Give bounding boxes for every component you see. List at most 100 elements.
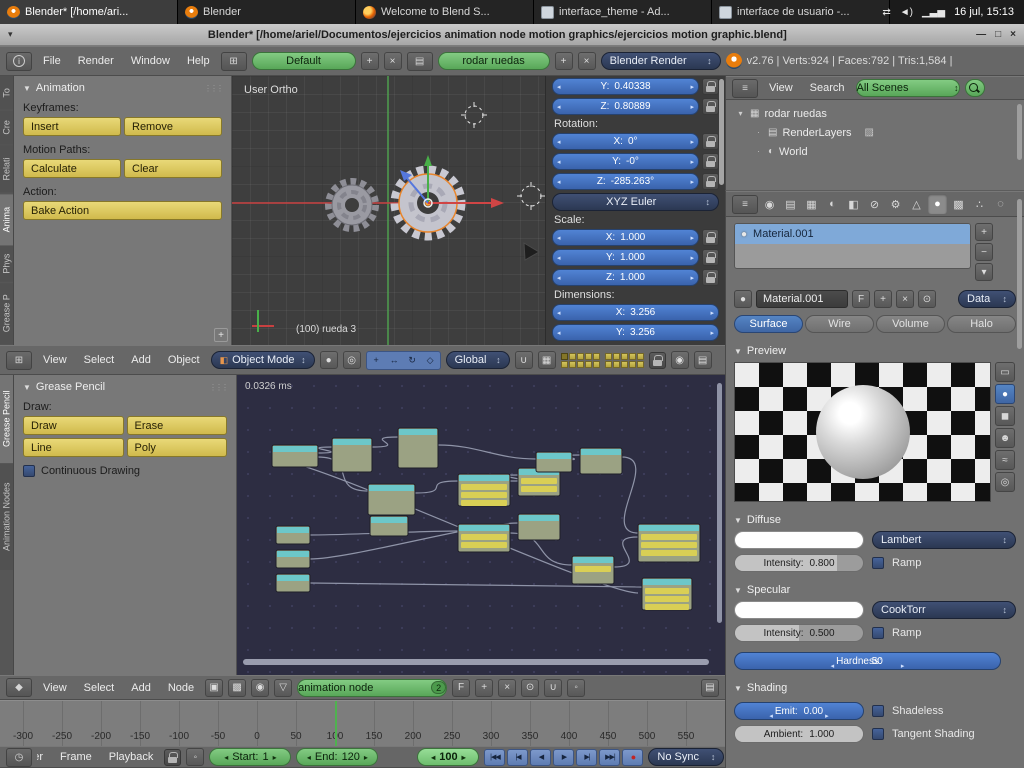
emit-field[interactable]: ◂Emit:0.00▸ <box>734 702 864 720</box>
material-type-volume-tab[interactable]: Volume <box>876 315 945 333</box>
snap-icon[interactable]: ∪ <box>544 679 562 697</box>
node[interactable] <box>458 524 510 552</box>
window-menu-icon[interactable]: ▾ <box>8 29 13 40</box>
layer-toggle[interactable] <box>585 361 592 368</box>
snap-element-icon[interactable]: ▦ <box>538 351 556 369</box>
jump-end-button[interactable]: ▶▶| <box>599 749 620 766</box>
layer-toggle[interactable] <box>637 361 644 368</box>
specular-ramp-checkbox[interactable] <box>872 627 884 639</box>
delete-scene-button[interactable]: × <box>578 52 596 70</box>
snap-target-icon[interactable]: ◦ <box>567 679 585 697</box>
rotation-z-field[interactable]: ◂Z:-285.263°▸ <box>552 173 699 190</box>
scrollbar[interactable] <box>1017 199 1022 349</box>
bake-action-button[interactable]: Bake Action <box>23 201 222 220</box>
lock-icon[interactable] <box>702 173 719 190</box>
outliner-item[interactable]: ·▤RenderLayers▨ <box>728 123 1022 142</box>
manipulator-icon[interactable]: + <box>368 353 385 368</box>
modifiers-tab-icon[interactable]: ⚙ <box>886 194 905 214</box>
menu-help[interactable]: Help <box>181 55 216 67</box>
toolshelf-tab[interactable]: Relati <box>0 145 13 192</box>
new-tree-button[interactable]: + <box>475 679 493 697</box>
outliner-item[interactable]: ▾▦rodar ruedas <box>728 104 1022 123</box>
menu-select[interactable]: Select <box>78 354 121 366</box>
layer-toggle[interactable] <box>585 353 592 360</box>
decrement-icon[interactable]: ◂ <box>557 274 561 282</box>
menu-playback[interactable]: Playback <box>103 751 160 763</box>
compositing-nodes-icon[interactable]: ▩ <box>228 679 246 697</box>
layer-toggle[interactable] <box>613 353 620 360</box>
close-button[interactable]: × <box>1010 29 1016 40</box>
display-mode-select[interactable]: All Scenes↕ <box>856 79 960 97</box>
menu-view[interactable]: View <box>37 354 73 366</box>
orientation-select[interactable]: Global↕ <box>446 351 510 369</box>
add-tab-button[interactable]: + <box>214 328 228 342</box>
editor-type-timeline-button[interactable]: ◷ <box>6 748 32 767</box>
tangent-shading-checkbox[interactable] <box>872 728 884 740</box>
editor-type-outliner-button[interactable]: ≡ <box>732 79 758 98</box>
continuous-drawing-checkbox[interactable] <box>23 465 35 477</box>
node[interactable] <box>580 448 622 474</box>
empty-object[interactable] <box>524 243 539 260</box>
add-slot-button[interactable]: + <box>975 223 993 241</box>
material-preview-icon[interactable]: ● <box>734 290 752 308</box>
increment-icon[interactable]: ▸ <box>825 712 829 720</box>
menu-search[interactable]: Search <box>804 82 851 94</box>
shadeless-checkbox[interactable] <box>872 705 884 717</box>
toolshelf-tab[interactable]: Grease P <box>0 283 13 344</box>
decrement-icon[interactable]: ◂ <box>557 83 561 91</box>
decrement-icon[interactable]: ◂ <box>557 309 561 317</box>
add-layout-button[interactable]: + <box>361 52 379 70</box>
layer-toggle[interactable] <box>613 361 620 368</box>
layer-toggle[interactable] <box>577 361 584 368</box>
mode-select[interactable]: ◧Object Mode↕ <box>211 351 315 369</box>
particles-tab-icon[interactable]: ∴ <box>970 194 989 214</box>
material-name-field[interactable]: Material.001 <box>756 290 848 308</box>
node-sidebar-tab[interactable]: Animation Nodes <box>0 464 13 570</box>
new-material-button[interactable]: + <box>874 290 892 308</box>
object-tab-icon[interactable]: ◧ <box>844 194 863 214</box>
menu-select[interactable]: Select <box>78 682 121 694</box>
decrement-icon[interactable]: ◂ <box>224 753 228 762</box>
layer-toggle[interactable] <box>637 353 644 360</box>
volume-icon[interactable]: ◄) <box>900 7 913 18</box>
decrement-icon[interactable]: ◂ <box>557 158 561 166</box>
object-data-tab-icon[interactable]: △ <box>907 194 926 214</box>
material-tab-icon[interactable]: ● <box>928 194 947 214</box>
menu-object[interactable]: Object <box>162 354 206 366</box>
layer-toggle[interactable] <box>561 361 568 368</box>
scene-select[interactable]: rodar ruedas <box>438 52 550 70</box>
increment-icon[interactable]: ▸ <box>901 662 905 670</box>
gp-erase-button[interactable]: Erase <box>127 416 228 435</box>
lock-icon[interactable] <box>702 153 719 170</box>
clear-paths-button[interactable]: Clear <box>124 159 222 178</box>
lock-icon[interactable] <box>702 78 719 95</box>
screen-layout-select[interactable]: Default <box>252 52 356 70</box>
decrement-icon[interactable]: ◂ <box>557 329 561 337</box>
scene-datablock-icon[interactable]: ▤ <box>407 52 433 71</box>
editor-type-info-button[interactable]: i <box>6 52 32 71</box>
decrement-icon[interactable]: ◂ <box>557 234 561 242</box>
taskbar-window[interactable]: Welcome to Blend S... <box>356 0 534 24</box>
location-z-field[interactable]: ◂Z:0.80889▸ <box>552 98 699 115</box>
lock-layers-icon[interactable] <box>649 352 666 369</box>
delete-layout-button[interactable]: × <box>384 52 402 70</box>
layer-toggle[interactable] <box>569 353 576 360</box>
node[interactable] <box>518 514 560 540</box>
node[interactable] <box>276 550 310 568</box>
slot-specials-icon[interactable]: ▾ <box>975 263 993 281</box>
render-tab-icon[interactable]: ◉ <box>760 194 779 214</box>
layer-toggle[interactable] <box>605 361 612 368</box>
texture-tab-icon[interactable]: ▩ <box>949 194 968 214</box>
layer-toggle[interactable] <box>629 353 636 360</box>
increment-icon[interactable]: ▸ <box>690 138 694 146</box>
layer-toggle[interactable] <box>561 353 568 360</box>
decrement-icon[interactable]: ◂ <box>431 753 435 762</box>
preview-panel-header[interactable]: ▼Preview <box>734 345 1016 357</box>
menu-window[interactable]: Window <box>125 55 176 67</box>
sync-select[interactable]: No Sync↕ <box>648 748 724 766</box>
diffuse-shader-select[interactable]: Lambert↕ <box>872 531 1016 549</box>
pivot-center-icon[interactable]: ◎ <box>343 351 361 369</box>
node[interactable] <box>398 428 438 468</box>
rotation-y-field[interactable]: ◂Y:-0°▸ <box>552 153 699 170</box>
editor-type-properties-button[interactable]: ≡ <box>732 195 758 214</box>
